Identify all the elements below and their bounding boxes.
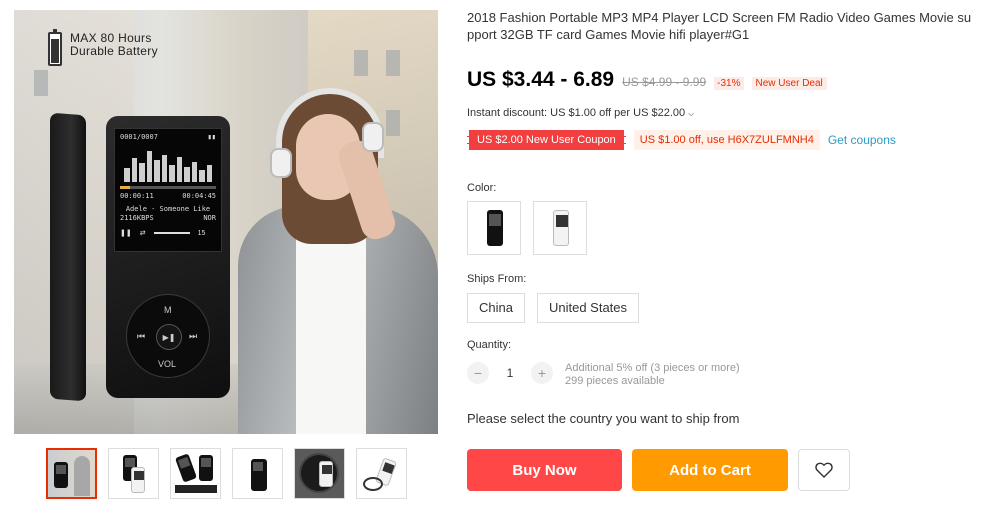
battery-text-line2: Durable Battery (70, 44, 158, 58)
bitrate: 2116KBPS (120, 214, 154, 222)
thumbnail-1[interactable] (46, 448, 97, 499)
price-row: US $3.44 - 6.89 US $4.99 - 9.99 -31% New… (467, 68, 827, 92)
headphone-cup-left (270, 148, 292, 178)
main-product-image[interactable]: MAX 80 Hours Durable Battery 0001/0007 ▮… (14, 10, 438, 434)
color-option-black[interactable] (467, 201, 521, 255)
thumbnail-5[interactable] (294, 448, 345, 499)
screen-battery-icon: ▮▮ (207, 133, 216, 141)
quantity-label: Quantity: (467, 339, 512, 351)
background-window (386, 50, 400, 76)
battery-icon (48, 29, 62, 66)
mp3-player: 0001/0007 ▮▮ 00:00:11 00:04:45 Adele - S… (106, 116, 230, 398)
shipping-notice: Please select the country you want to sh… (467, 411, 740, 426)
volume-label: VOL (158, 359, 177, 369)
player-control-wheel: M ⏮ ⏭ VOL ▶❚ (126, 294, 210, 378)
song-title: Adele - Someone Like (125, 205, 211, 213)
battery-text: MAX 80 Hours Durable Battery (70, 32, 158, 58)
next-icon: ⏭ (189, 331, 198, 341)
chevron-down-icon: ⌵ (688, 109, 695, 118)
background-window (354, 50, 368, 76)
heart-icon (815, 462, 833, 478)
new-user-coupon[interactable]: US $2.00 New User Coupon (467, 130, 626, 150)
thumbnail-strip (46, 448, 407, 499)
product-title: 2018 Fashion Portable MP3 MP4 Player LCD… (467, 10, 972, 42)
prev-icon: ⏮ (137, 331, 146, 341)
eq-mode: NOR (203, 214, 216, 222)
bulk-discount-text: Additional 5% off (3 pieces or more) (565, 362, 740, 374)
battery-badge: MAX 80 Hours Durable Battery (48, 29, 158, 66)
ships-from-china[interactable]: China (467, 293, 525, 323)
instant-discount[interactable]: Instant discount: US $1.00 off per US $2… (467, 107, 694, 119)
equalizer-bars (124, 148, 212, 182)
stock-available-text: 299 pieces available (565, 375, 665, 387)
ships-from-united-states[interactable]: United States (536, 293, 640, 323)
current-price: US $3.44 - 6.89 (467, 68, 615, 91)
black-player-icon (487, 210, 503, 246)
discount-badge: -31% (714, 77, 744, 90)
instant-discount-text: Instant discount: US $1.00 off per US $2… (467, 107, 686, 119)
white-player-icon (553, 210, 569, 246)
add-to-cart-button[interactable]: Add to Cart (632, 449, 788, 491)
quantity-input[interactable]: 1 (495, 362, 525, 384)
thumbnail-2[interactable] (108, 448, 159, 499)
track-progress-bar (120, 186, 216, 189)
wishlist-button[interactable] (798, 449, 850, 491)
thumbnail-6[interactable] (356, 448, 407, 499)
quantity-info: Additional 5% off (3 pieces or more) 299… (565, 362, 740, 388)
quantity-decrease-button[interactable]: − (467, 362, 489, 384)
get-coupons-link[interactable]: Get coupons (828, 133, 896, 147)
play-pause-icon: ▶❚ (156, 324, 182, 350)
background-window (386, 110, 400, 136)
color-option-white[interactable] (533, 201, 587, 255)
headphone-cup-right (362, 122, 384, 152)
player-side-view (50, 112, 86, 402)
store-coupon[interactable]: US $1.00 off, use H6X7ZULFMNH4 (633, 130, 820, 150)
buy-now-button[interactable]: Buy Now (467, 449, 622, 491)
menu-label: M (164, 305, 172, 315)
pause-icon: ❚❚ (120, 230, 132, 237)
thumbnail-4[interactable] (232, 448, 283, 499)
quantity-stepper: − 1 + Additional 5% off (3 pieces or mor… (467, 362, 740, 388)
time-total: 00:04:45 (182, 192, 216, 200)
track-index: 0001/0007 (120, 133, 158, 141)
volume-bar (153, 232, 190, 234)
coupon-row: US $2.00 New User Coupon US $1.00 off, u… (467, 130, 896, 150)
ships-from-label: Ships From: (467, 273, 527, 285)
ships-from-options: China United States (467, 293, 640, 323)
player-screen: 0001/0007 ▮▮ 00:00:11 00:04:45 Adele - S… (114, 128, 222, 252)
repeat-icon: ⇄ (139, 230, 146, 237)
original-price: US $4.99 - 9.99 (622, 75, 707, 89)
time-elapsed: 00:00:11 (120, 192, 154, 200)
new-user-deal-badge: New User Deal (751, 77, 827, 90)
background-window (34, 70, 48, 96)
thumbnail-3[interactable] (170, 448, 221, 499)
purchase-actions: Buy Now Add to Cart (467, 449, 850, 491)
quantity-increase-button[interactable]: + (531, 362, 553, 384)
volume-level: 15 (197, 229, 206, 237)
color-options (467, 201, 587, 255)
color-label: Color: (467, 182, 497, 194)
